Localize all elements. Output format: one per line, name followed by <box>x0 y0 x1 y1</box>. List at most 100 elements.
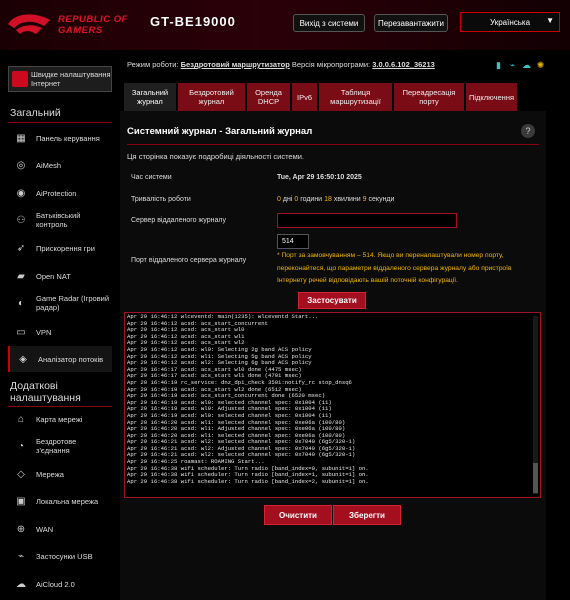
map-icon: ⌂ <box>17 413 25 425</box>
cloud-status-icon[interactable]: ☁ <box>521 60 532 71</box>
mode-label: Режим роботи: <box>127 60 179 69</box>
sidebar-item-game-boost[interactable]: ➶ Прискорення гри <box>8 235 112 261</box>
sidebar-item-wireless[interactable]: ◔ Бездротове з'єднання <box>8 433 112 459</box>
rog-logo[interactable]: REPUBLIC OF GAMERS <box>6 10 127 38</box>
sidebar-item-usb-apps[interactable]: ⌁ Застосунки USB <box>8 543 112 569</box>
dashboard-icon: ▦ <box>16 132 26 144</box>
log-scrollbar-thumb[interactable] <box>533 463 538 493</box>
quick-setup-button[interactable]: Швидке налаштування Інтернет <box>8 66 112 92</box>
system-time-value: Tue, Apr 29 16:50:10 2025 <box>277 174 362 181</box>
top-header: REPUBLIC OF GAMERS GT-BE19000 Вихід з си… <box>0 0 570 50</box>
shield-icon: ◉ <box>16 187 26 199</box>
firmware-label: Версія мікропрограми: <box>291 60 371 69</box>
sidebar-item-network-map[interactable]: ⌂ Карта мережі <box>8 406 112 432</box>
status-icons: ▮ ⌁ ☁ ✺ <box>493 60 546 71</box>
quick-setup-label: Швидке налаштування Інтернет <box>31 70 111 88</box>
system-time-label: Час системи <box>131 174 172 181</box>
sidebar-item-game-radar[interactable]: ◐ Game Radar (Ігровий радар) <box>8 290 112 316</box>
sidebar-item-wan[interactable]: ⊕ WAN <box>8 516 112 542</box>
network-status-icon[interactable]: ▮ <box>493 60 504 71</box>
sidebar-item-label: AiMesh <box>36 160 62 170</box>
quick-setup-icon <box>12 71 28 87</box>
sidebar-item-aicloud[interactable]: ☁ AiCloud 2.0 <box>8 571 112 597</box>
sidebar-item-label: WAN <box>36 524 54 534</box>
language-value: Українська <box>489 17 531 27</box>
wireless-icon: ◔ <box>17 440 25 452</box>
sidebar-item-vpn[interactable]: ▭ VPN <box>8 319 112 345</box>
sidebar-item-aiprotection[interactable]: ◉ AiProtection <box>8 180 112 206</box>
tab-ipv6[interactable]: IPv6 <box>292 83 317 111</box>
settings-status-icon[interactable]: ✺ <box>535 60 546 71</box>
tab-connections[interactable]: Підключення <box>466 83 517 111</box>
tab-dhcp-leases[interactable]: Оренда DHCP <box>247 83 290 111</box>
chevron-down-icon: ▼ <box>546 16 554 25</box>
language-select[interactable]: Українська ▼ <box>460 12 560 32</box>
apply-button[interactable]: Застосувати <box>298 292 366 309</box>
analyzer-icon: ◈ <box>19 353 27 365</box>
sidebar-item-lan[interactable]: ▣ Локальна мережа <box>8 488 112 514</box>
uptime-days: 0 <box>277 196 281 203</box>
usb-icon: ⌁ <box>17 550 25 562</box>
vpn-icon: ▭ <box>16 326 26 338</box>
remote-server-input[interactable] <box>277 213 457 228</box>
uptime-days-word: дні <box>282 196 293 203</box>
mode-link[interactable]: Бездротовий маршрутизатор <box>181 60 290 69</box>
globe-icon: ⊕ <box>16 523 26 535</box>
sidebar-item-parental[interactable]: ⚇ Батьківський контроль <box>8 207 112 233</box>
tab-general-log[interactable]: Загальний журнал <box>124 83 176 111</box>
main-panel: Системний журнал - Загальний журнал ? Ця… <box>120 111 546 600</box>
rocket-icon: ➶ <box>16 242 26 254</box>
tab-bar: Загальний журнал Бездротовий журнал Орен… <box>124 83 517 111</box>
mesh-icon: ◎ <box>16 159 26 171</box>
tab-wireless-log[interactable]: Бездротовий журнал <box>178 83 245 111</box>
sidebar-item-label: Open NAT <box>36 271 71 281</box>
sidebar-item-aimesh[interactable]: ◎ AiMesh <box>8 152 112 178</box>
sidebar-item-label: Батьківський контроль <box>36 211 81 229</box>
uptime-label: Тривалість роботи <box>131 196 191 203</box>
sidebar-item-open-nat[interactable]: ▰ Open NAT <box>8 263 112 289</box>
remote-server-label: Сервер віддаленого журналу <box>131 217 226 224</box>
brand-line2: GAMERS <box>58 25 103 36</box>
tab-routing-table[interactable]: Таблиця маршрутизації <box>319 83 392 111</box>
section-title-general: Загальний <box>10 107 61 119</box>
model-name: GT-BE19000 <box>150 14 236 29</box>
firmware-link[interactable]: 3.0.0.6.102_36213 <box>372 60 435 69</box>
clear-button[interactable]: Очистити <box>264 505 332 525</box>
remote-port-input[interactable]: 514 <box>277 234 309 249</box>
sidebar-item-network[interactable]: ◇ Мережа <box>8 461 112 487</box>
logout-button[interactable]: Вихід з системи <box>293 14 365 32</box>
brand-line1: REPUBLIC OF <box>58 14 128 25</box>
uptime-seconds-word: секунди <box>368 196 395 203</box>
page-description: Ця сторінка показує подробиці діяльності… <box>127 152 305 161</box>
network-icon: ◇ <box>17 468 25 480</box>
uptime-hours-word: години <box>300 196 323 203</box>
sidebar-item-label: VPN <box>36 327 52 337</box>
reboot-button[interactable]: Перезавантажити <box>374 14 448 32</box>
help-icon[interactable]: ? <box>521 124 535 138</box>
radar-icon: ◐ <box>17 297 25 309</box>
tab-port-forwarding[interactable]: Переадресація порту <box>394 83 464 111</box>
section-title-advanced: Додаткові налаштування <box>10 380 81 404</box>
title-divider <box>127 144 539 145</box>
sidebar-item-label: Прискорення гри <box>36 243 95 253</box>
sidebar-item-traffic-analyzer[interactable]: ◈ Аналізатор потоків <box>8 346 112 372</box>
nat-icon: ▰ <box>17 270 25 282</box>
sidebar-item-label: AiCloud 2.0 <box>36 579 75 589</box>
section-divider <box>8 122 112 123</box>
uptime-minutes: 18 <box>324 196 332 203</box>
parental-icon: ⚇ <box>16 214 26 226</box>
sidebar-item-label: Мережа <box>36 469 64 479</box>
log-content: Apr 29 16:46:12 wlceventd: main(1235): w… <box>127 313 369 485</box>
save-button[interactable]: Зберегти <box>333 505 401 525</box>
operation-mode-line: Режим роботи: Бездротовий маршрутизатор … <box>127 60 435 69</box>
uptime-value: 0 дні 0 години 18 хвилини 9 секунди <box>277 196 394 203</box>
uptime-minutes-word: хвилини <box>333 196 361 203</box>
sidebar-item-dashboard[interactable]: ▦ Панель керування <box>8 125 112 151</box>
usb-status-icon[interactable]: ⌁ <box>507 60 518 71</box>
log-textarea[interactable]: Apr 29 16:46:12 wlceventd: main(1235): w… <box>124 312 541 498</box>
page-title: Системний журнал - Загальний журнал <box>127 126 313 137</box>
uptime-hours: 0 <box>294 196 299 203</box>
uptime-seconds: 9 <box>362 196 367 203</box>
sidebar-item-label: Локальна мережа <box>36 496 99 506</box>
port-note: * Порт за замовчуванням – 514. Якщо ви п… <box>277 252 512 284</box>
